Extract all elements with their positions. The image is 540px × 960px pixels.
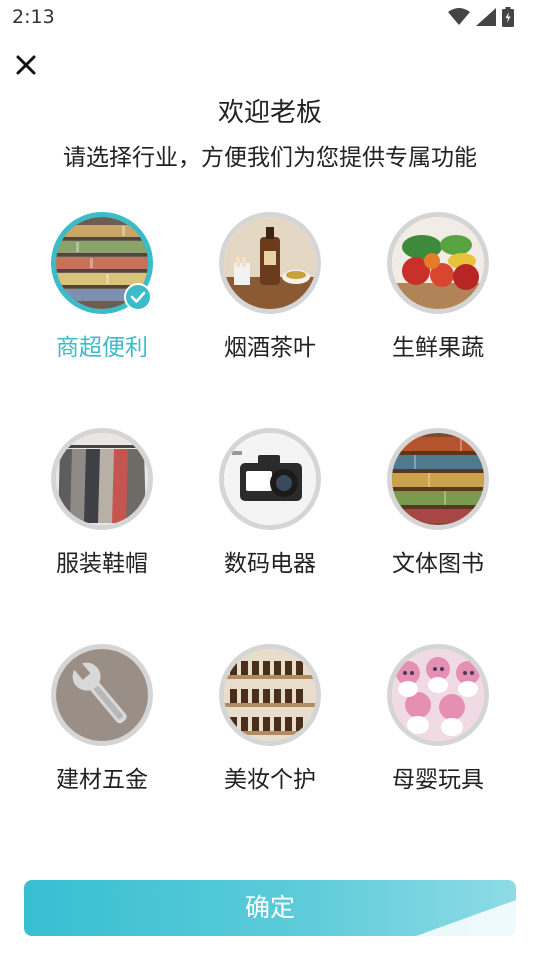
industry-tile-digital[interactable]: 数码电器: [200, 426, 340, 586]
page-subtitle: 请选择行业，方便我们为您提供专属功能: [63, 145, 477, 171]
industry-label: 文体图书: [392, 551, 484, 577]
button-shine-decoration: [416, 900, 516, 936]
industry-label: 美妆个护: [224, 767, 316, 793]
status-bar: 2:13: [0, 0, 540, 36]
close-button[interactable]: [12, 51, 40, 79]
industry-image-clothing: [51, 428, 153, 530]
industry-image-baby-toys: [387, 644, 489, 746]
industry-image-hardware: [51, 644, 153, 746]
confirm-button[interactable]: 确定: [24, 880, 516, 936]
industry-label: 烟酒茶叶: [224, 335, 316, 361]
page-title: 欢迎老板: [217, 98, 322, 128]
industry-label: 生鲜果蔬: [392, 335, 484, 361]
industry-image-tobacco-liquor-tea: [219, 212, 321, 314]
industry-image-books: [387, 428, 489, 530]
signal-icon: [476, 8, 496, 26]
industry-image-digital: [219, 428, 321, 530]
industry-tile-supermarket[interactable]: 商超便利: [32, 210, 172, 370]
industry-tile-beauty[interactable]: 美妆个护: [200, 642, 340, 802]
industry-label: 母婴玩具: [392, 767, 484, 793]
battery-icon: [502, 7, 514, 27]
status-icons: [448, 7, 514, 27]
industry-tile-books[interactable]: 文体图书: [368, 426, 508, 586]
industry-tile-clothing[interactable]: 服装鞋帽: [32, 426, 172, 586]
industry-label: 商超便利: [56, 335, 148, 361]
industry-tile-baby-toys[interactable]: 母婴玩具: [368, 642, 508, 802]
status-time: 2:13: [12, 6, 55, 28]
industry-tile-hardware[interactable]: 建材五金: [32, 642, 172, 802]
industry-tile-tobacco-liquor-tea[interactable]: 烟酒茶叶: [200, 210, 340, 370]
close-icon: [16, 55, 36, 75]
industry-image-fresh-produce: [387, 212, 489, 314]
wifi-icon: [448, 8, 470, 25]
industry-tile-fresh-produce[interactable]: 生鲜果蔬: [368, 210, 508, 370]
industry-label: 建材五金: [56, 767, 148, 793]
selected-check-icon: [124, 283, 152, 311]
confirm-button-label: 确定: [244, 893, 295, 922]
industry-label: 服装鞋帽: [56, 551, 148, 577]
industry-label: 数码电器: [224, 551, 316, 577]
industry-image-beauty: [219, 644, 321, 746]
